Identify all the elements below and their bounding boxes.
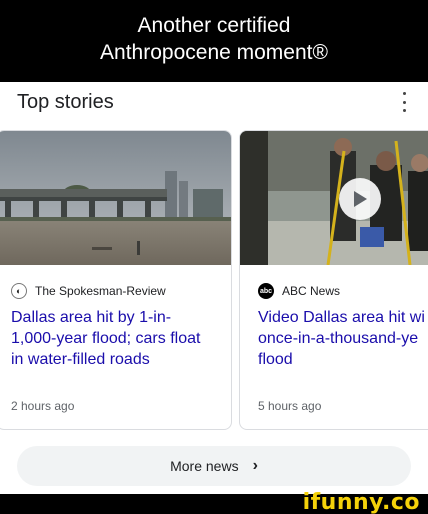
story-card[interactable]: ◐ The Spokesman-Review Dallas area hit b…: [0, 130, 232, 430]
more-vert-icon[interactable]: [398, 92, 410, 112]
source-name: ABC News: [282, 284, 341, 298]
headline-line: Video Dallas area hit wi: [258, 309, 425, 326]
headline-line: 1,000-year flood; cars float: [11, 330, 201, 347]
ifunny-watermark: ifunny.co: [302, 490, 420, 514]
story-time: 5 hours ago: [258, 399, 322, 413]
play-icon: [354, 191, 367, 207]
abc-news-logo-icon: abc: [258, 283, 274, 299]
more-news-button[interactable]: More news ›: [17, 446, 411, 486]
headline-line: Dallas area hit by 1-in-: [11, 309, 172, 326]
headline-line: once-in-a-thousand-ye: [258, 330, 419, 347]
spokesman-review-logo-icon: ◐: [11, 283, 27, 299]
story-card[interactable]: abc ABC News Video Dallas area hit wi on…: [239, 130, 428, 430]
section-title: Top stories: [17, 91, 114, 113]
story-source: ◐ The Spokesman-Review: [11, 283, 166, 299]
story-thumbnail: [0, 131, 231, 265]
caption-line-2: Anthropocene moment®: [100, 41, 328, 64]
source-name: The Spokesman-Review: [35, 284, 166, 298]
story-source: abc ABC News: [258, 283, 340, 299]
caption-line-1: Another certified: [137, 14, 291, 37]
story-thumbnail: [240, 131, 428, 265]
chevron-right-icon: ›: [252, 457, 258, 474]
story-time: 2 hours ago: [11, 399, 75, 413]
meme-caption: Another certified Anthropocene moment®: [0, 0, 428, 82]
story-headline[interactable]: Dallas area hit by 1-in- 1,000-year floo…: [11, 307, 226, 370]
headline-line: flood: [258, 351, 293, 368]
story-headline[interactable]: Video Dallas area hit wi once-in-a-thous…: [258, 307, 425, 370]
headline-line: in water-filled roads: [11, 351, 150, 368]
top-stories-panel: Top stories ◐ The Spokesman-Review Dalla…: [0, 82, 428, 494]
more-news-label: More news: [170, 458, 239, 474]
play-video-button[interactable]: [339, 178, 381, 220]
